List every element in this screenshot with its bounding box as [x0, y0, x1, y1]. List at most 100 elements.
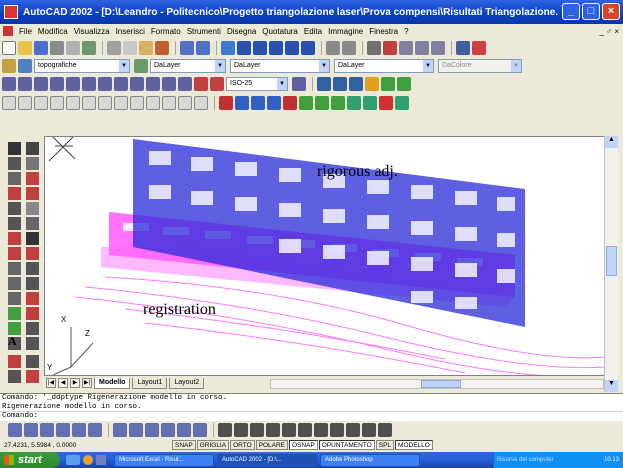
- snap-perpendicular-icon[interactable]: [98, 96, 112, 110]
- lights-icon[interactable]: [381, 77, 395, 91]
- tolerance-icon[interactable]: [162, 77, 176, 91]
- view-front-icon[interactable]: [282, 423, 296, 437]
- solid-sphere-icon[interactable]: [235, 96, 249, 110]
- diameter-dimension-icon[interactable]: [66, 77, 80, 91]
- properties-icon[interactable]: [301, 41, 315, 55]
- quick-dimension-icon[interactable]: [98, 77, 112, 91]
- close-button[interactable]: ×: [602, 3, 620, 20]
- extend-icon[interactable]: [26, 307, 39, 320]
- menu-help[interactable]: ?: [401, 27, 411, 36]
- match-properties-icon[interactable]: [155, 41, 169, 55]
- dim-quick-icon[interactable]: [129, 423, 143, 437]
- dimension-edit-icon[interactable]: [194, 77, 208, 91]
- materials-icon[interactable]: [397, 77, 411, 91]
- menu-visualizza[interactable]: Visualizza: [71, 27, 113, 36]
- layer-manager-icon[interactable]: [456, 41, 470, 55]
- menu-modifica[interactable]: Modifica: [35, 27, 71, 36]
- erase-icon[interactable]: [26, 142, 39, 155]
- horizontal-scroll-thumb[interactable]: [421, 380, 461, 388]
- angular-dimension-icon[interactable]: [82, 77, 96, 91]
- dim-linear-icon[interactable]: [8, 423, 22, 437]
- plotstyle-select[interactable]: DaColore ▼: [438, 59, 522, 73]
- status-snap[interactable]: SNAP: [172, 440, 196, 450]
- view-right-icon[interactable]: [266, 423, 280, 437]
- explode-icon[interactable]: [26, 370, 39, 383]
- view-top-icon[interactable]: [218, 423, 232, 437]
- snap-node-icon[interactable]: [130, 96, 144, 110]
- revision-cloud-icon[interactable]: [8, 247, 21, 260]
- tab-layout2[interactable]: Layout2: [169, 377, 205, 389]
- tab-next-icon[interactable]: ▶: [70, 378, 80, 388]
- status-osnap[interactable]: OSNAP: [289, 440, 318, 450]
- horizontal-scrollbar[interactable]: [270, 379, 604, 389]
- find-icon[interactable]: [82, 41, 96, 55]
- task-autocad[interactable]: AutoCAD 2002 - [D:\...: [217, 453, 317, 467]
- offset-icon[interactable]: [26, 187, 39, 200]
- pan-icon[interactable]: [383, 41, 397, 55]
- menu-quotatura[interactable]: Quotatura: [259, 27, 301, 36]
- dimension-text-edit-icon[interactable]: [210, 77, 224, 91]
- paste-icon[interactable]: [139, 41, 153, 55]
- snap-midpoint-icon[interactable]: [18, 96, 32, 110]
- vertical-scrollbar[interactable]: ▲ ▼: [604, 136, 618, 392]
- view-sw-iso-icon[interactable]: [314, 423, 328, 437]
- interference-icon[interactable]: [379, 96, 393, 110]
- tool-palette-icon[interactable]: [269, 41, 283, 55]
- multiline-text-icon[interactable]: A: [8, 334, 17, 349]
- dimstyle-select[interactable]: ISO-25 ▼: [226, 77, 288, 91]
- document-window-controls[interactable]: _ ♂ ×: [599, 27, 619, 36]
- fillet-icon[interactable]: [26, 355, 39, 368]
- status-model[interactable]: MODELLO: [395, 440, 433, 450]
- linear-dimension-icon[interactable]: [2, 77, 16, 91]
- menu-file[interactable]: File: [16, 27, 35, 36]
- save-icon[interactable]: [34, 41, 48, 55]
- zoom-window-icon[interactable]: [415, 41, 429, 55]
- tab-prev-icon[interactable]: ◀: [58, 378, 68, 388]
- setup-view-icon[interactable]: [395, 96, 409, 110]
- menu-inserisci[interactable]: Inserisci: [113, 27, 148, 36]
- view-ne-iso-icon[interactable]: [346, 423, 360, 437]
- menu-disegna[interactable]: Disegna: [224, 27, 259, 36]
- maximize-button[interactable]: □: [582, 3, 600, 20]
- circle-icon[interactable]: [8, 232, 21, 245]
- solid-torus-icon[interactable]: [299, 96, 313, 110]
- center-mark-icon[interactable]: [178, 77, 192, 91]
- print-icon[interactable]: [50, 41, 64, 55]
- scale-icon[interactable]: [26, 247, 39, 260]
- lineweight-select[interactable]: DaLayer ▼: [334, 59, 434, 73]
- tab-modello[interactable]: Modello: [94, 377, 131, 389]
- trim-icon[interactable]: [26, 292, 39, 305]
- dimension-style-icon[interactable]: [292, 77, 306, 91]
- snap-tangent-icon[interactable]: [82, 96, 96, 110]
- redo-icon[interactable]: [196, 41, 210, 55]
- dim-diameter-icon[interactable]: [88, 423, 102, 437]
- dim-aligned-icon[interactable]: [24, 423, 38, 437]
- quicklaunch-desktop-icon[interactable]: [96, 455, 106, 465]
- snap-settings-icon[interactable]: [194, 96, 208, 110]
- linetype-select[interactable]: DaLayer ▼: [230, 59, 330, 73]
- status-lwt[interactable]: SPL: [375, 440, 395, 450]
- print-preview-icon[interactable]: [66, 41, 80, 55]
- aligned-dimension-icon[interactable]: [18, 77, 32, 91]
- redraw-icon[interactable]: [367, 41, 381, 55]
- leader-icon[interactable]: [146, 77, 160, 91]
- menu-immagine[interactable]: Immagine: [325, 27, 366, 36]
- menu-finestra[interactable]: Finestra: [366, 27, 401, 36]
- section-icon[interactable]: [363, 96, 377, 110]
- tray-computer-label[interactable]: Risorse del computer: [494, 457, 604, 463]
- dim-arc-icon[interactable]: [40, 423, 54, 437]
- task-photoshop[interactable]: Adobe Photoshop: [320, 453, 420, 467]
- view-bottom-icon[interactable]: [234, 423, 248, 437]
- layer-state-icon[interactable]: [18, 59, 32, 73]
- snap-nearest-icon[interactable]: [162, 96, 176, 110]
- scroll-down-icon[interactable]: ▼: [605, 380, 618, 392]
- slice-icon[interactable]: [347, 96, 361, 110]
- zoom-previous-icon[interactable]: [431, 41, 445, 55]
- new-file-icon[interactable]: [2, 41, 16, 55]
- lengthen-icon[interactable]: [26, 277, 39, 290]
- dim-tolerance-icon[interactable]: [193, 423, 207, 437]
- break-icon[interactable]: [26, 322, 39, 335]
- solid-box-icon[interactable]: [219, 96, 233, 110]
- chamfer-icon[interactable]: [26, 337, 39, 350]
- menu-strumenti[interactable]: Strumenti: [184, 27, 224, 36]
